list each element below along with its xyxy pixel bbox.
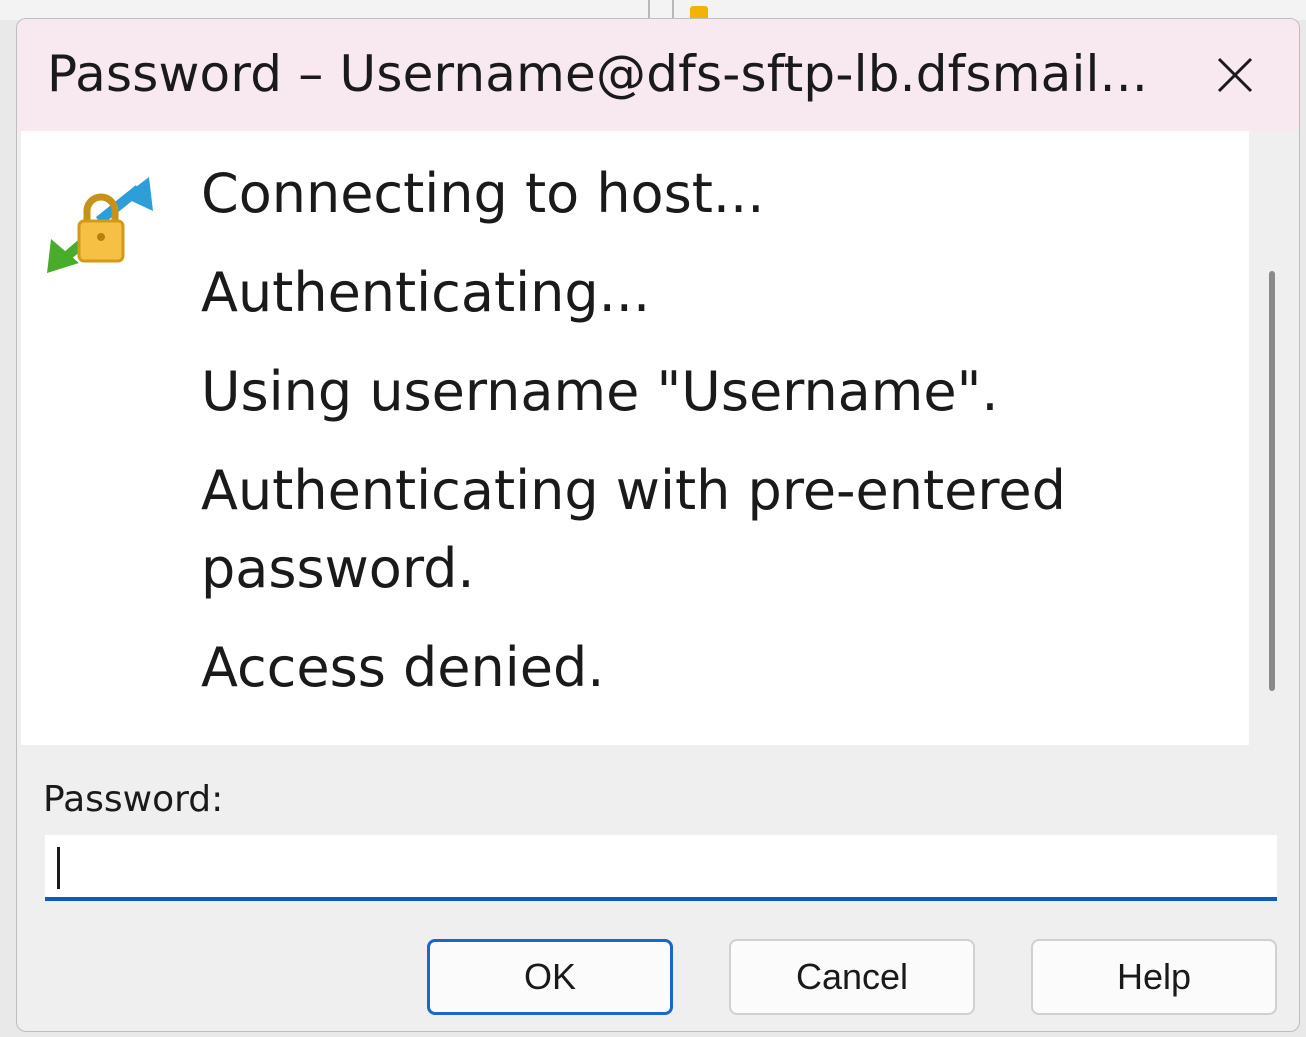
cancel-button[interactable]: Cancel	[729, 939, 975, 1015]
ok-button[interactable]: OK	[427, 939, 673, 1015]
password-dialog: Password – Username@dfs-sftp-lb.dfsmail.…	[16, 18, 1300, 1032]
log-line: Access denied.	[201, 636, 605, 699]
log-lines: Connecting to host... Authenticating... …	[201, 155, 1101, 728]
log-line: Connecting to host...	[201, 162, 765, 225]
text-caret	[57, 847, 60, 889]
close-button[interactable]	[1207, 47, 1263, 103]
background-window-strip	[0, 0, 1306, 20]
help-button[interactable]: Help	[1031, 939, 1277, 1015]
background-divider	[648, 0, 650, 18]
log-panel: Connecting to host... Authenticating... …	[21, 131, 1249, 745]
password-label: Password:	[43, 779, 224, 820]
dialog-title: Password – Username@dfs-sftp-lb.dfsmail.…	[47, 45, 1148, 103]
log-line: Authenticating...	[201, 261, 651, 324]
password-input[interactable]	[45, 835, 1277, 901]
log-line: Using username "Username".	[201, 360, 999, 423]
lock-transfer-icon	[47, 177, 153, 273]
log-scrollbar[interactable]	[1269, 271, 1275, 691]
close-icon	[1217, 57, 1253, 93]
log-line: Authenticating with pre-entered password…	[201, 459, 1066, 600]
background-divider	[672, 0, 674, 18]
title-bar: Password – Username@dfs-sftp-lb.dfsmail.…	[17, 19, 1299, 131]
background-folder-icon	[690, 6, 708, 18]
